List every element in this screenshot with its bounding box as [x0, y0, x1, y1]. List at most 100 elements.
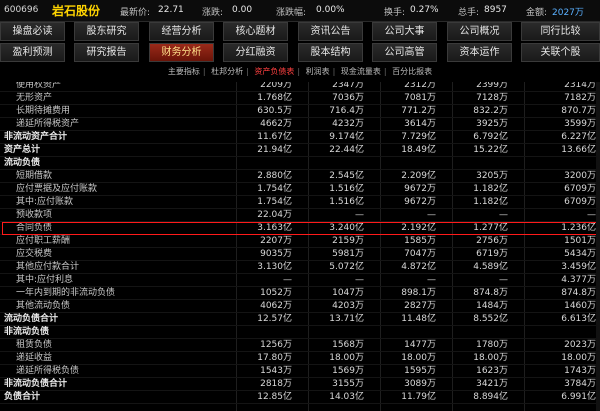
row-label: 短期借款	[16, 171, 53, 181]
volume-value: 8957	[484, 5, 507, 15]
cell-value: 3.163亿	[257, 223, 292, 233]
stock-name: 岩石股份	[52, 4, 101, 18]
cell-value: 22.04万	[257, 210, 292, 220]
cell-value: 18.00万	[401, 353, 436, 363]
table-row[interactable]: 其中:应付账款 1.754亿 1.516亿 9672万 1.182亿 6709万	[0, 196, 600, 209]
table-row[interactable]: 非流动负债	[0, 326, 600, 339]
cell-value: 3599万	[564, 119, 596, 129]
subtab-percent[interactable]: 百分比报表	[389, 66, 435, 77]
table-row[interactable]: 负债合计 12.85亿 14.03亿 11.79亿 8.894亿 6.991亿	[0, 391, 600, 404]
row-label: 非流动负债合计	[4, 379, 68, 389]
cell-value: 22.44亿	[329, 145, 364, 155]
row-label: 应付职工薪酬	[16, 236, 71, 246]
table-row[interactable]: 非流动资产合计 11.67亿 9.174亿 7.729亿 6.792亿 6.227亿	[0, 131, 600, 144]
cell-value: 2756万	[476, 236, 508, 246]
subtab-main-indicators[interactable]: 主要指标	[165, 66, 203, 77]
table-row[interactable]: 应交税费 9035万 5981万 7047万 6719万 5434万	[0, 248, 600, 261]
row-label: 负债合计	[4, 392, 41, 402]
cell-value: 6719万	[476, 249, 508, 259]
nav-yanjiu[interactable]: 研究报告	[74, 43, 139, 62]
cell-value: 18.00万	[329, 353, 364, 363]
cell-value: 7.729亿	[401, 132, 436, 142]
nav-gaoguan[interactable]: 公司高管	[372, 43, 437, 62]
nav-yingli[interactable]: 盈利预测	[0, 43, 65, 62]
table-row[interactable]: 其中:应付利息 — — — — 4.377万	[0, 274, 600, 287]
row-label: 递延收益	[16, 353, 53, 363]
cell-value: 1585万	[404, 236, 436, 246]
nav-gaikuang[interactable]: 公司概况	[447, 22, 512, 41]
nav-caopan[interactable]: 操盘必读	[0, 22, 65, 41]
cell-value: 3.130亿	[257, 262, 292, 272]
table-row[interactable]: 递延所得税资产 4662万 4232万 3614万 3925万 3599万	[0, 118, 600, 131]
subtab-dupont[interactable]: 杜邦分析	[208, 66, 246, 77]
cell-value: 15.22亿	[473, 145, 508, 155]
cell-value: 9.174亿	[329, 132, 364, 142]
cell-value: 1568万	[332, 340, 364, 350]
cell-value: 1780万	[476, 340, 508, 350]
amount-label: 金额:	[526, 8, 548, 18]
table-row[interactable]: 租赁负债 1256万 1568万 1477万 1780万 2023万	[0, 339, 600, 352]
cell-value: 3784万	[564, 379, 596, 389]
cell-value: 2399万	[476, 82, 508, 90]
cell-value: 2.545亿	[329, 171, 364, 181]
nav-fenhong[interactable]: 分红融资	[223, 43, 288, 62]
table-row[interactable]: 非流动负债合计 2818万 3155万 3089万 3421万 3784万	[0, 378, 600, 391]
table-row[interactable]: 短期借款 2.880亿 2.545亿 2.209亿 3205万 3200万	[0, 170, 600, 183]
table-row[interactable]: 使用权资产 2209万 2347万 2312万 2399万 2314万	[0, 82, 600, 92]
nav-caiwu[interactable]: 财务分析	[149, 43, 214, 62]
cell-value: 6.613亿	[561, 314, 596, 324]
cell-value: 11.79亿	[401, 392, 436, 402]
nav-ziben[interactable]: 资本运作	[447, 43, 512, 62]
cell-value: 2827万	[404, 301, 436, 311]
nav-zixun[interactable]: 资讯公告	[298, 22, 363, 41]
cell-value: 6709万	[564, 197, 596, 207]
cell-value: 1052万	[260, 288, 292, 298]
nav-hexin[interactable]: 核心题材	[223, 22, 288, 41]
nav-tonghang[interactable]: 同行比较	[521, 22, 600, 41]
scrollbar[interactable]	[596, 82, 600, 411]
table-row[interactable]: 长期待摊费用 630.5万 716.4万 771.2万 832.2万 870.7万	[0, 105, 600, 118]
change-label: 涨跌:	[202, 8, 224, 18]
cell-value: 4062万	[260, 301, 292, 311]
table-row[interactable]: 应付职工薪酬 2207万 2159万 1585万 2756万 1501万	[0, 235, 600, 248]
table-row[interactable]: 递延所得税负债 1543万 1569万 1595万 1623万 1743万	[0, 365, 600, 378]
nav-guanlian[interactable]: 关联个股	[521, 43, 600, 62]
cell-value: 1.754亿	[257, 184, 292, 194]
cell-value: 14.03亿	[329, 392, 364, 402]
cell-value: 7036万	[332, 93, 364, 103]
cell-value: —	[427, 275, 436, 285]
table-row[interactable]: 无形资产 1.768亿 7036万 7081万 7128万 7182万	[0, 92, 600, 105]
table-row[interactable]: 流动负债合计 12.57亿 13.71亿 11.48亿 8.552亿 6.613亿	[0, 313, 600, 326]
subtab-cashflow[interactable]: 现金流量表	[338, 66, 384, 77]
cell-value: 2023万	[564, 340, 596, 350]
nav-gudong[interactable]: 股东研究	[74, 22, 139, 41]
subtab-income[interactable]: 利润表	[303, 66, 333, 77]
cell-value: 898.1万	[401, 288, 436, 298]
table-row[interactable]: 其他应付款合计 3.130亿 5.072亿 4.872亿 4.589亿 3.459亿	[0, 261, 600, 274]
table-row[interactable]: 应付票据及应付账款 1.754亿 1.516亿 9672万 1.182亿 6709万	[0, 183, 600, 196]
cell-value: 1501万	[564, 236, 596, 246]
row-label: 流动负债合计	[4, 314, 59, 324]
nav-dashi[interactable]: 公司大事	[372, 22, 437, 41]
cell-value: 3089万	[404, 379, 436, 389]
nav-jingying[interactable]: 经营分析	[149, 22, 214, 41]
table-row[interactable]: 其他流动负债 4062万 4203万 2827万 1484万 1460万	[0, 300, 600, 313]
cell-value: 4.589亿	[473, 262, 508, 272]
nav-guben[interactable]: 股本结构	[298, 43, 363, 62]
cell-value: 3421万	[476, 379, 508, 389]
cell-value: 1.182亿	[473, 184, 508, 194]
table-row[interactable]: 合同负债 3.163亿 3.240亿 2.192亿 1.277亿 1.236亿	[0, 222, 600, 235]
table-row[interactable]: 流动负债	[0, 157, 600, 170]
cell-value: 1743万	[564, 366, 596, 376]
cell-value: 1.768亿	[257, 93, 292, 103]
latest-price-label: 最新价:	[120, 8, 151, 18]
table-row[interactable]: 预收款项 22.04万 — — — —	[0, 209, 600, 222]
table-row[interactable]: 递延收益 17.80万 18.00万 18.00万 18.00万 18.00万	[0, 352, 600, 365]
table-row[interactable]: 一年内到期的非流动负债 1052万 1047万 898.1万 874.8万 874.8万	[0, 287, 600, 300]
cell-value: 1.236亿	[561, 223, 596, 233]
row-label: 无形资产	[16, 93, 53, 103]
table-row[interactable]: 资产总计 21.94亿 22.44亿 18.49亿 15.22亿 13.66亿	[0, 144, 600, 157]
cell-value: 2.880亿	[257, 171, 292, 181]
subtab-balance-sheet[interactable]: 资产负债表	[251, 66, 297, 77]
turnover-value: 0.27%	[410, 5, 439, 15]
